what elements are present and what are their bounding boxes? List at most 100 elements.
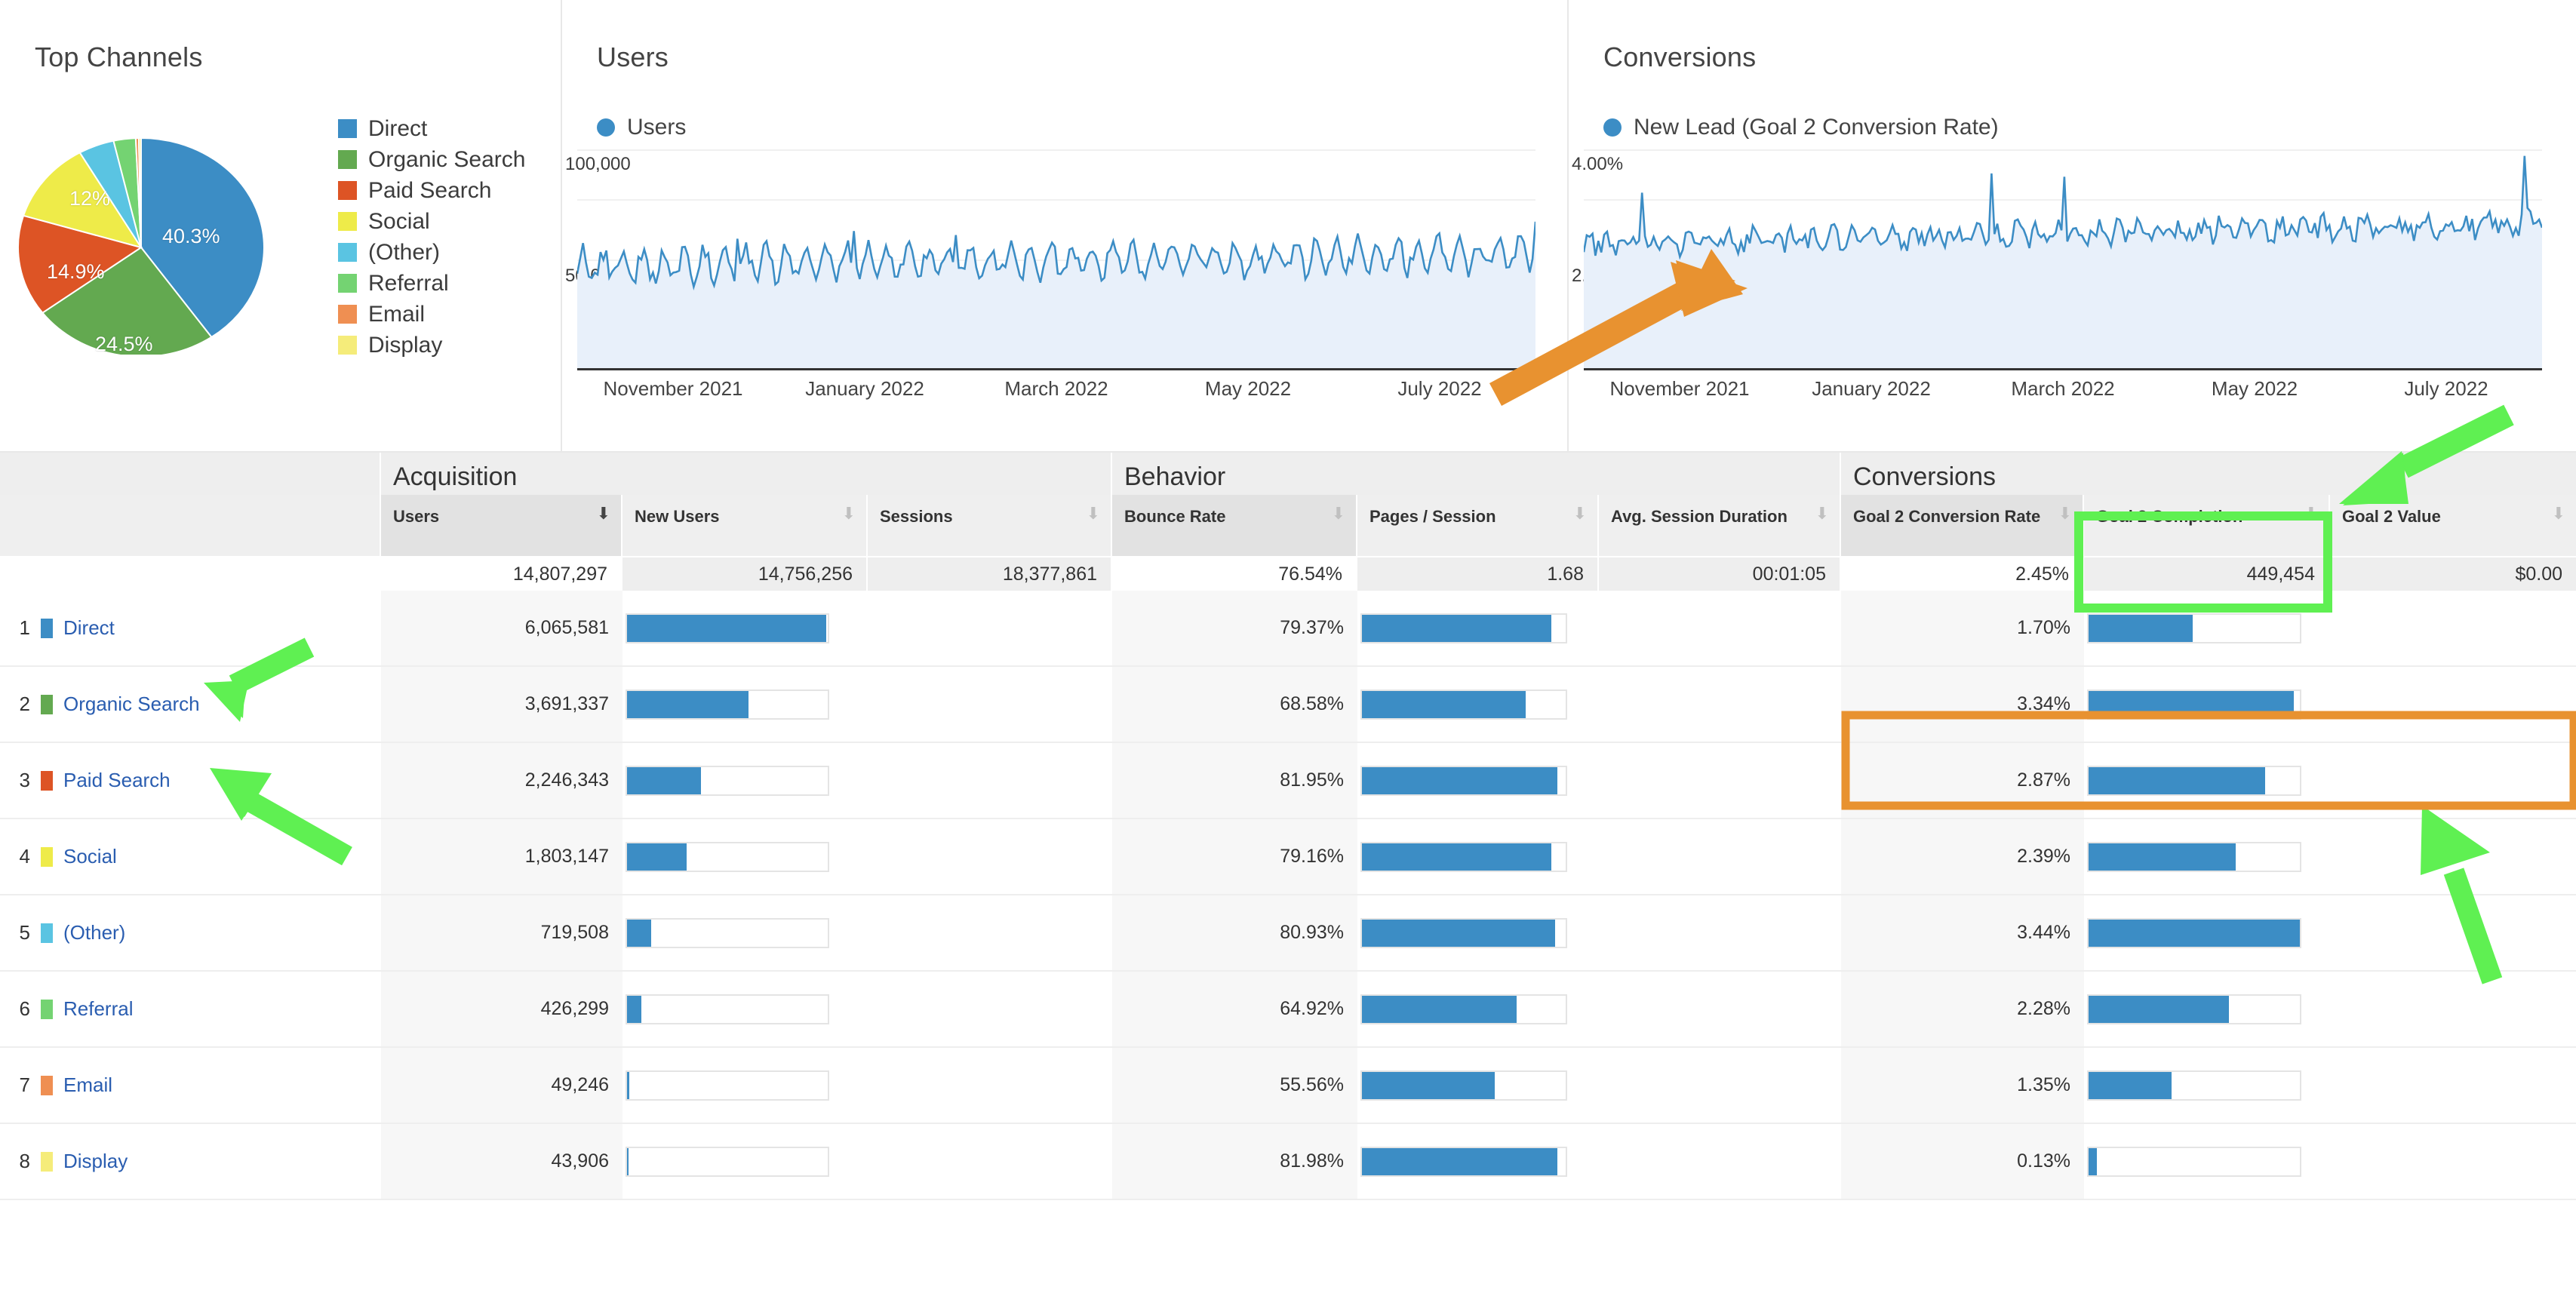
users-chart-legend[interactable]: Users — [597, 115, 686, 140]
bar-track — [626, 842, 829, 872]
table-row[interactable]: 5 (Other) 719,508 80.93% 3.44% — [0, 895, 2576, 972]
row-channel-cell[interactable]: 2 Organic Search — [0, 667, 381, 742]
legend-label: Direct — [368, 116, 427, 142]
col-header-users[interactable]: Users ⬇ — [381, 495, 622, 556]
sort-descending-icon[interactable]: ⬇ — [1332, 505, 1345, 522]
row-users-value: 43,906 — [381, 1124, 622, 1199]
legend-item-referral[interactable]: Referral — [338, 268, 525, 299]
channel-link[interactable]: Email — [63, 1073, 112, 1097]
group-header-acquisition: Acquisition — [381, 453, 1112, 495]
total-pages-per-session: 1.68 — [1357, 556, 1599, 591]
bar-track — [626, 1147, 829, 1177]
sort-descending-icon[interactable]: ⬇ — [2552, 505, 2565, 522]
legend-item-other[interactable]: (Other) — [338, 237, 525, 268]
pie-label-paid-search: 14.9% — [47, 260, 105, 284]
row-channel-cell[interactable]: 3 Paid Search — [0, 743, 381, 818]
col-header-goal2-completion[interactable]: Goal 2 Completion ⬇ — [2084, 495, 2330, 556]
users-x-tick-labels: November 2021 January 2022 March 2022 Ma… — [577, 377, 1535, 401]
channel-link[interactable]: (Other) — [63, 921, 125, 944]
sort-descending-icon[interactable]: ⬇ — [1087, 505, 1100, 522]
cell-value: 81.98% — [1280, 1150, 1344, 1172]
bar-track — [2087, 689, 2301, 720]
col-label: Pages / Session — [1369, 505, 1496, 528]
row-channel-cell[interactable]: 8 Display — [0, 1124, 381, 1199]
table-row[interactable]: 2 Organic Search 3,691,337 68.58% 3.34% — [0, 667, 2576, 743]
bar-track — [2087, 918, 2301, 948]
total-value: 00:01:05 — [1753, 564, 1826, 585]
legend-item-organic-search[interactable]: Organic Search — [338, 144, 525, 175]
legend-item-social[interactable]: Social — [338, 206, 525, 237]
sort-descending-icon[interactable]: ⬇ — [2058, 505, 2072, 522]
row-channel-cell[interactable]: 6 Referral — [0, 972, 381, 1046]
conversions-xtick: July 2022 — [2350, 377, 2542, 401]
channel-link[interactable]: Referral — [63, 997, 133, 1021]
col-header-avg-session-duration[interactable]: Avg. Session Duration ⬇ — [1599, 495, 1841, 556]
group-label: Acquisition — [393, 462, 517, 492]
channel-color-swatch-icon — [41, 695, 53, 714]
row-channel-cell[interactable]: 5 (Other) — [0, 895, 381, 970]
row-users-bar-cell — [622, 743, 1112, 818]
col-header-new-users[interactable]: New Users ⬇ — [622, 495, 868, 556]
cell-value: 81.95% — [1280, 769, 1344, 791]
top-channels-title: Top Channels — [35, 41, 203, 73]
legend-label: Display — [368, 333, 442, 358]
sort-descending-icon[interactable]: ⬇ — [1573, 505, 1587, 522]
channel-link[interactable]: Display — [63, 1150, 128, 1173]
bar-track — [1360, 613, 1567, 643]
row-channel-cell[interactable]: 4 Social — [0, 819, 381, 894]
channel-link[interactable]: Direct — [63, 616, 115, 640]
col-label: Bounce Rate — [1124, 505, 1225, 528]
top-channels-pie-chart[interactable]: 40.3% 24.5% 14.9% 12% — [17, 136, 266, 355]
conversions-line-chart[interactable]: 4.00% 2.00% — [1584, 149, 2542, 370]
channel-link[interactable]: Social — [63, 845, 117, 868]
channel-link[interactable]: Paid Search — [63, 769, 171, 792]
col-header-bounce-rate[interactable]: Bounce Rate ⬇ — [1112, 495, 1357, 556]
col-header-goal2-value[interactable]: Goal 2 Value ⬇ — [2330, 495, 2576, 556]
legend-item-paid-search[interactable]: Paid Search — [338, 175, 525, 206]
table-row[interactable]: 7 Email 49,246 55.56% 1.35% — [0, 1048, 2576, 1124]
sort-descending-icon[interactable]: ⬇ — [597, 505, 610, 522]
conversions-chart-legend[interactable]: New Lead (Goal 2 Conversion Rate) — [1603, 115, 1999, 140]
sort-descending-icon[interactable]: ⬇ — [1815, 505, 1829, 522]
row-goal2-rate-value: 3.44% — [1841, 895, 2084, 970]
sort-descending-icon[interactable]: ⬇ — [2304, 505, 2318, 522]
legend-item-direct[interactable]: Direct — [338, 113, 525, 144]
sort-descending-icon[interactable]: ⬇ — [842, 505, 856, 522]
col-header-sessions[interactable]: Sessions ⬇ — [868, 495, 1112, 556]
row-channel-cell[interactable]: 1 Direct — [0, 591, 381, 665]
table-row[interactable]: 1 Direct 6,065,581 79.37% 1.70% — [0, 591, 2576, 667]
legend-label: Social — [368, 209, 430, 235]
row-users-value: 1,803,147 — [381, 819, 622, 894]
table-row[interactable]: 4 Social 1,803,147 79.16% 2.39% — [0, 819, 2576, 895]
col-header-goal2-conversion-rate[interactable]: Goal 2 Conversion Rate ⬇ — [1841, 495, 2084, 556]
col-header-pages-per-session[interactable]: Pages / Session ⬇ — [1357, 495, 1599, 556]
bar-fill — [627, 615, 826, 642]
col-label: Users — [393, 505, 439, 528]
group-header-conversions: Conversions — [1841, 453, 2576, 495]
legend-item-email[interactable]: Email — [338, 299, 525, 330]
legend-item-display[interactable]: Display — [338, 330, 525, 361]
users-line-chart[interactable]: 100,000 50,000 — [577, 149, 1535, 370]
total-users: 14,807,297 — [381, 556, 622, 591]
cell-value: 43,906 — [552, 1150, 609, 1172]
total-value: 76.54% — [1278, 564, 1342, 585]
users-xtick: March 2022 — [961, 377, 1152, 401]
cell-value: 3.44% — [2017, 922, 2070, 944]
row-bounce-rate-value: 80.93% — [1112, 895, 1357, 970]
channel-color-swatch-icon — [41, 1000, 53, 1019]
bar-track — [626, 1070, 829, 1101]
table-row[interactable]: 6 Referral 426,299 64.92% 2.28% — [0, 972, 2576, 1048]
bar-track — [1360, 994, 1567, 1024]
bar-fill — [1362, 920, 1555, 947]
channel-link[interactable]: Organic Search — [63, 693, 200, 716]
table-row[interactable]: 3 Paid Search 2,246,343 81.95% 2.87% — [0, 743, 2576, 819]
bar-fill — [1362, 996, 1517, 1023]
row-channel-cell[interactable]: 7 Email — [0, 1048, 381, 1123]
conversions-widget: Conversions New Lead (Goal 2 Conversion … — [1569, 0, 2576, 453]
legend-label: Email — [368, 302, 425, 327]
users-widget: Users Users 100,000 50,000 November 2021… — [562, 0, 1569, 453]
row-goal2-rate-value: 2.39% — [1841, 819, 2084, 894]
users-x-axis — [577, 368, 1535, 370]
table-row[interactable]: 8 Display 43,906 81.98% 0.13% — [0, 1124, 2576, 1200]
conversions-x-tick-labels: November 2021 January 2022 March 2022 Ma… — [1584, 377, 2542, 401]
